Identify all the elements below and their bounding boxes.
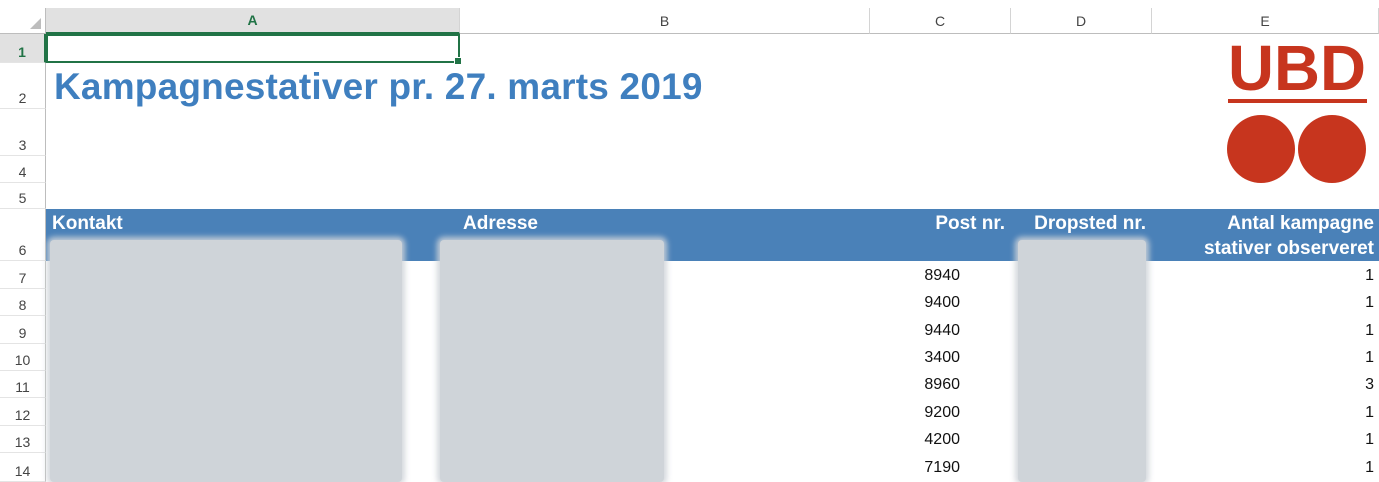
row-header-5[interactable]: 5 xyxy=(0,183,46,209)
select-all-triangle-icon xyxy=(30,18,41,29)
cell-post-13[interactable]: 4200 xyxy=(870,431,960,449)
cell-antal-8[interactable]: 1 xyxy=(1152,294,1374,312)
logo-circle-right xyxy=(1298,115,1366,183)
row-header-3[interactable]: 3 xyxy=(0,109,46,156)
header-kontakt: Kontakt xyxy=(52,213,123,234)
row-header-2[interactable]: 2 xyxy=(0,63,46,109)
logo-bar xyxy=(1228,99,1367,103)
cell-post-7[interactable]: 8940 xyxy=(870,267,960,285)
row-header-9[interactable]: 9 xyxy=(0,316,46,344)
header-adresse: Adresse xyxy=(463,213,538,234)
cell-post-9[interactable]: 9440 xyxy=(870,322,960,340)
cell-post-10[interactable]: 3400 xyxy=(870,349,960,367)
header-dropsted-nr: Dropsted nr. xyxy=(1034,213,1146,234)
row-header-6[interactable]: 6 xyxy=(0,209,46,261)
row-header-8[interactable]: 8 xyxy=(0,289,46,316)
row-header-1[interactable]: 1 xyxy=(0,34,46,63)
row-header-13[interactable]: 13 xyxy=(0,426,46,453)
redacted-kontakt xyxy=(50,240,402,482)
cell-antal-9[interactable]: 1 xyxy=(1152,322,1374,340)
sheet-title: Kampagnestativer pr. 27. marts 2019 xyxy=(54,66,703,107)
ubd-logo: UBD xyxy=(1227,36,1367,183)
cell-antal-7[interactable]: 1 xyxy=(1152,267,1374,285)
selected-cell-a1[interactable] xyxy=(46,34,462,65)
column-header-a[interactable]: A xyxy=(46,8,460,34)
row-header-11[interactable]: 11 xyxy=(0,371,46,398)
column-header-c[interactable]: C xyxy=(870,8,1011,34)
cell-post-12[interactable]: 9200 xyxy=(870,404,960,422)
header-post-nr: Post nr. xyxy=(935,213,1005,234)
cell-antal-14[interactable]: 1 xyxy=(1152,459,1374,477)
logo-text: UBD xyxy=(1228,36,1366,104)
row-header-14[interactable]: 14 xyxy=(0,453,46,482)
fill-handle[interactable] xyxy=(454,57,462,65)
column-header-d[interactable]: D xyxy=(1011,8,1152,34)
spreadsheet: A B C D E 1 2 3 4 5 6 7 8 9 10 11 12 13 … xyxy=(0,0,1379,482)
row-header-7[interactable]: 7 xyxy=(0,261,46,289)
cell-antal-10[interactable]: 1 xyxy=(1152,349,1374,367)
column-header-b[interactable]: B xyxy=(460,8,870,34)
redacted-dropsted xyxy=(1018,240,1146,482)
header-antal-line2: stativer observeret xyxy=(1203,238,1374,259)
select-all-corner[interactable] xyxy=(0,8,46,34)
row-header-4[interactable]: 4 xyxy=(0,156,46,183)
row-header-10[interactable]: 10 xyxy=(0,344,46,371)
cell-antal-12[interactable]: 1 xyxy=(1152,404,1374,422)
cell-post-11[interactable]: 8960 xyxy=(870,376,960,394)
column-header-e[interactable]: E xyxy=(1152,8,1379,34)
cell-post-8[interactable]: 9400 xyxy=(870,294,960,312)
logo-circle-left xyxy=(1227,115,1295,183)
row-header-12[interactable]: 12 xyxy=(0,398,46,426)
cell-antal-11[interactable]: 3 xyxy=(1152,376,1374,394)
cell-antal-13[interactable]: 1 xyxy=(1152,431,1374,449)
redacted-adresse xyxy=(440,240,664,482)
header-antal-line1: Antal kampagne xyxy=(1227,213,1374,234)
cell-post-14[interactable]: 7190 xyxy=(870,459,960,477)
